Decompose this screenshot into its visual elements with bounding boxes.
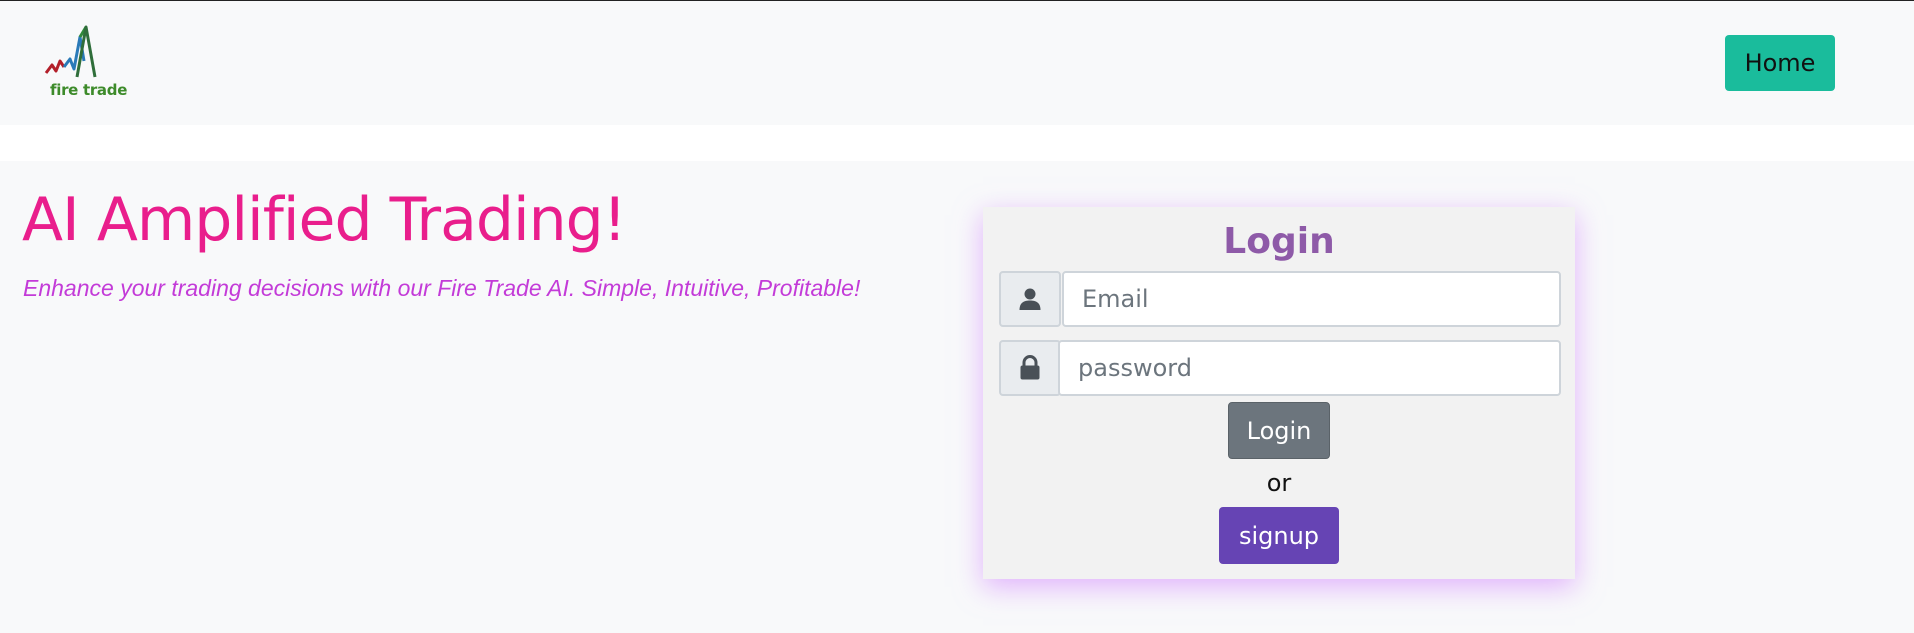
email-input-group: [999, 271, 1561, 327]
password-field[interactable]: [1058, 340, 1561, 396]
user-icon: [999, 271, 1061, 327]
lock-icon: [999, 340, 1061, 396]
navbar: fire trade Home: [0, 1, 1914, 125]
navbar-divider-band: [0, 125, 1914, 161]
signup-button[interactable]: signup: [1219, 507, 1339, 564]
logo-text: fire trade: [50, 81, 128, 99]
password-input-group: [999, 340, 1561, 396]
email-field[interactable]: [1062, 271, 1561, 327]
or-separator: or: [1266, 469, 1292, 497]
login-title: Login: [1223, 221, 1335, 262]
hero-title: AI Amplified Trading!: [22, 185, 627, 255]
home-button[interactable]: Home: [1725, 35, 1835, 91]
logo[interactable]: fire trade: [40, 25, 130, 103]
logo-chart-icon: [44, 25, 97, 78]
login-card: Login Login or signup: [983, 207, 1575, 579]
login-button[interactable]: Login: [1228, 402, 1330, 459]
hero-subtitle: Enhance your trading decisions with our …: [23, 275, 861, 301]
